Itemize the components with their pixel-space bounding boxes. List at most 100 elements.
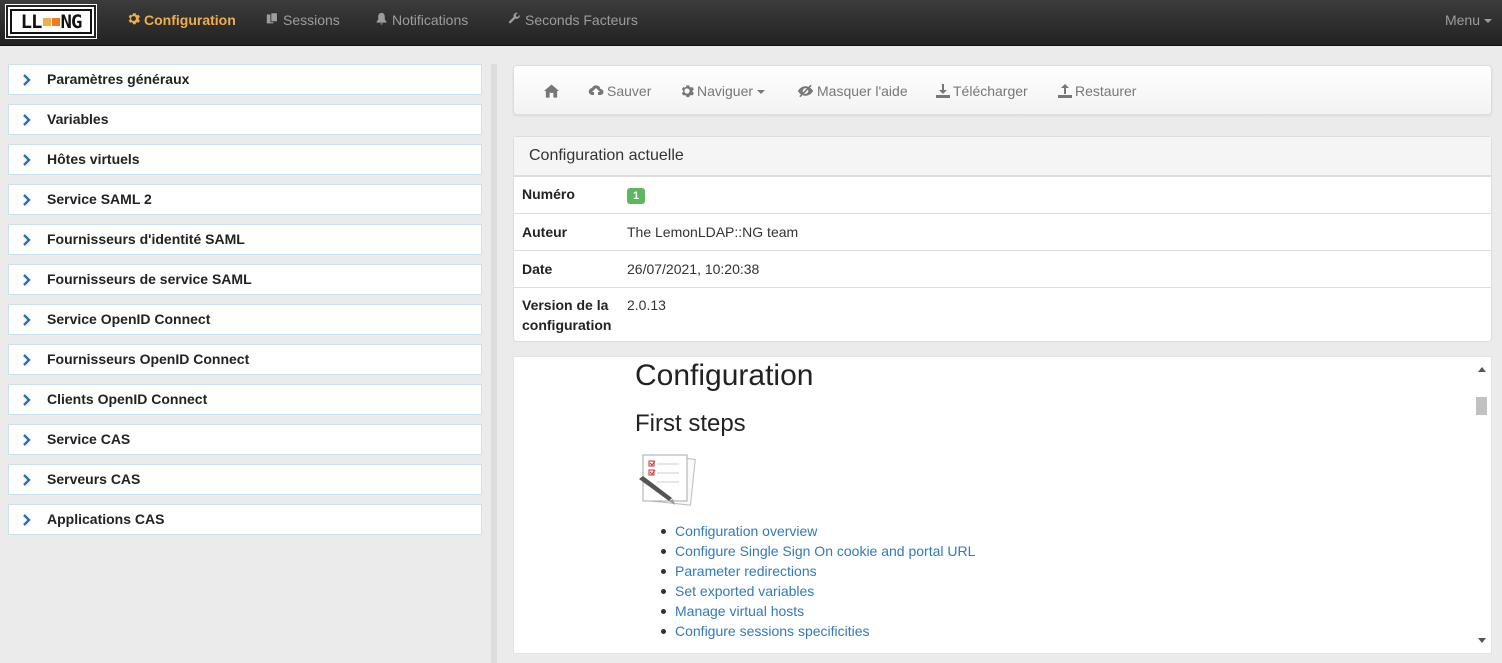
help-links: Configuration overview Configure Single …	[660, 521, 975, 641]
sidebar-item-label: Clients OpenID Connect	[47, 391, 208, 407]
version-label-line-1: Version de la	[522, 297, 609, 313]
gear-icon	[681, 85, 694, 98]
help-link-item: Configuration overview	[660, 521, 975, 541]
nav-sessions[interactable]: Sessions	[265, 0, 340, 40]
help-link-item: Manage virtual hosts	[660, 601, 975, 621]
download-button[interactable]: Télécharger	[936, 66, 1028, 116]
config-row-date: Date 26/07/2021, 10:20:38	[514, 250, 1491, 287]
scroll-thumb[interactable]	[1476, 397, 1487, 415]
restore-button[interactable]: Restaurer	[1058, 66, 1136, 116]
navigate-label: Naviguer	[697, 83, 754, 99]
sidebar-item[interactable]: Variables	[8, 104, 482, 135]
help-scrollbar[interactable]	[1475, 359, 1489, 651]
download-label: Télécharger	[953, 83, 1028, 99]
chevron-right-icon	[23, 474, 31, 486]
sidebar-item[interactable]: Serveurs CAS	[8, 464, 482, 495]
config-row-number: Numéro 1	[514, 176, 1491, 213]
caret-down-icon	[757, 90, 766, 95]
caret-down-icon	[1484, 19, 1492, 24]
help-link-item: Configure sessions specificities	[660, 621, 975, 641]
restore-label: Restaurer	[1075, 83, 1137, 99]
eye-slash-icon	[797, 84, 814, 98]
sidebar-item[interactable]: Fournisseurs de service SAML	[8, 264, 482, 295]
help-link-redirections[interactable]: Parameter redirections	[675, 563, 817, 579]
sidebar-item[interactable]: Clients OpenID Connect	[8, 384, 482, 415]
sidebar-item[interactable]: Service CAS	[8, 424, 482, 455]
cloud-upload-icon	[588, 85, 604, 96]
chevron-right-icon	[23, 234, 31, 246]
help-link-sessions[interactable]: Configure sessions specificities	[675, 623, 870, 639]
sidebar-item[interactable]: Service OpenID Connect	[8, 304, 482, 335]
config-row-version: Version de la configuration 2.0.13	[514, 287, 1491, 341]
panel-splitter[interactable]	[491, 64, 497, 663]
home-icon	[544, 84, 559, 98]
hide-help-label: Masquer l'aide	[817, 83, 908, 99]
sidebar-item[interactable]: Fournisseurs OpenID Connect	[8, 344, 482, 375]
number-label: Numéro	[522, 186, 575, 202]
logo-text: LL NG	[10, 9, 92, 34]
save-button[interactable]: Sauver	[588, 66, 651, 116]
nav-notifications-label: Notifications	[392, 12, 469, 28]
nav-second-factors[interactable]: Seconds Facteurs	[507, 0, 638, 40]
save-label: Sauver	[607, 83, 652, 99]
sidebar-item[interactable]: Applications CAS	[8, 504, 482, 535]
chevron-right-icon	[23, 394, 31, 406]
help-link-item: Set exported variables	[660, 581, 975, 601]
number-value-wrap: 1	[627, 184, 646, 204]
nav-configuration[interactable]: Configuration	[126, 0, 236, 40]
sidebar-item-label: Service SAML 2	[47, 191, 152, 207]
top-navbar: LL NG Configuration Sessions Notification…	[0, 0, 1502, 46]
help-link-virtual-hosts[interactable]: Manage virtual hosts	[675, 603, 804, 619]
menu-dropdown[interactable]: Menu	[1445, 0, 1492, 40]
checklist-pen-icon	[639, 454, 696, 506]
chevron-right-icon	[23, 434, 31, 446]
nav-notifications[interactable]: Notifications	[374, 0, 468, 40]
date-value: 26/07/2021, 10:20:38	[627, 261, 760, 277]
menu-label: Menu	[1444, 12, 1480, 28]
scroll-down-icon[interactable]	[1478, 638, 1486, 643]
help-subtitle: First steps	[635, 410, 746, 437]
help-link-overview[interactable]: Configuration overview	[675, 523, 817, 539]
sidebar-item[interactable]: Fournisseurs d'identité SAML	[8, 224, 482, 255]
chevron-right-icon	[23, 74, 31, 86]
sidebar-item[interactable]: Paramètres généraux	[8, 64, 482, 95]
lemonldap-logo[interactable]: LL NG	[5, 4, 97, 39]
chevron-right-icon	[23, 114, 31, 126]
toolbar: Sauver Naviguer Masquer l'aide Télécharg…	[513, 65, 1492, 115]
logo-square-icon-2	[51, 17, 60, 26]
sidebar-item-label: Fournisseurs d'identité SAML	[47, 231, 245, 247]
sidebar-item-label: Applications CAS	[47, 511, 165, 527]
sidebar-item-label: Variables	[47, 111, 109, 127]
home-button[interactable]	[544, 66, 562, 116]
nav-second-factors-label: Seconds Facteurs	[525, 12, 638, 28]
logo-square-icon	[42, 17, 51, 26]
upload-icon	[1058, 84, 1072, 98]
download-icon	[936, 84, 950, 98]
chevron-right-icon	[23, 314, 31, 326]
chevron-right-icon	[23, 514, 31, 526]
help-link-exported-vars[interactable]: Set exported variables	[675, 583, 814, 599]
help-panel: Configuration First steps Configuration …	[513, 356, 1492, 654]
nav-configuration-label: Configuration	[144, 12, 236, 28]
wrench-icon	[507, 1, 521, 41]
hide-help-button[interactable]: Masquer l'aide	[797, 66, 908, 116]
scroll-up-icon[interactable]	[1478, 367, 1486, 372]
current-config-panel: Configuration actuelle Numéro 1 Auteur T…	[513, 136, 1492, 342]
author-label: Auteur	[522, 224, 568, 240]
nav-sessions-label: Sessions	[283, 12, 340, 28]
help-link-item: Parameter redirections	[660, 561, 975, 581]
help-title: Configuration	[635, 359, 814, 392]
chevron-right-icon	[23, 154, 31, 166]
sidebar-item[interactable]: Hôtes virtuels	[8, 144, 482, 175]
sidebar-item-label: Service OpenID Connect	[47, 311, 211, 327]
sidebar-item-label: Fournisseurs de service SAML	[47, 271, 252, 287]
config-number-badge: 1	[627, 188, 646, 204]
sidebar-item[interactable]: Service SAML 2	[8, 184, 482, 215]
config-row-author: Auteur The LemonLDAP::NG team	[514, 213, 1491, 250]
copy-icon	[265, 1, 279, 41]
chevron-right-icon	[23, 194, 31, 206]
date-label: Date	[522, 261, 553, 277]
navigate-dropdown[interactable]: Naviguer	[680, 66, 766, 116]
sidebar-item-label: Hôtes virtuels	[47, 151, 140, 167]
help-link-sso-cookie[interactable]: Configure Single Sign On cookie and port…	[675, 543, 975, 559]
